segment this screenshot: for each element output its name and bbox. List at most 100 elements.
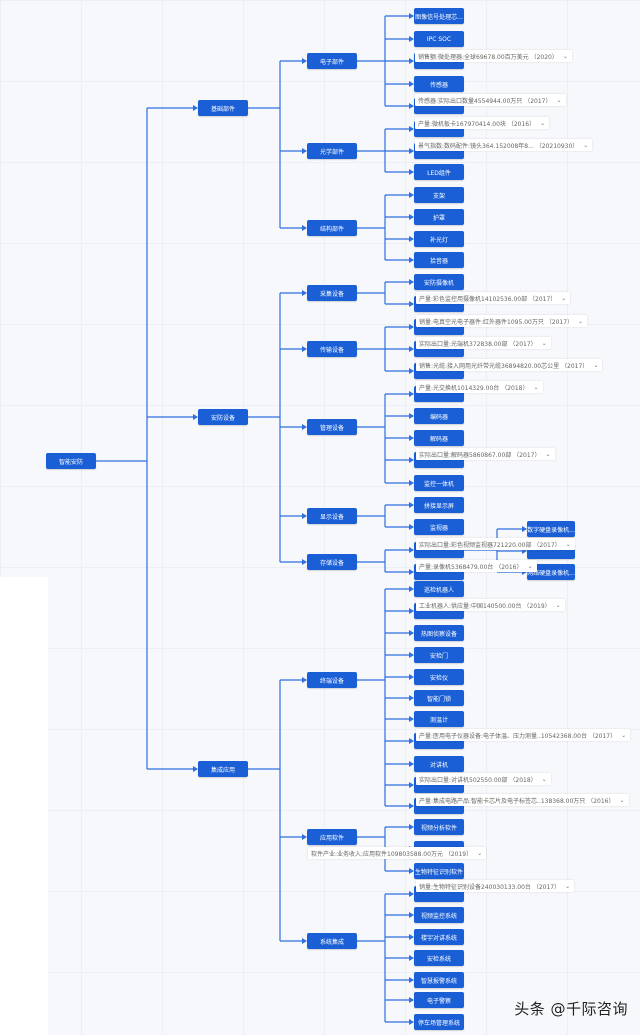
chevron-down-icon[interactable]: ⌄: [542, 776, 547, 783]
tree-node-level-2[interactable]: 管理设备: [307, 419, 357, 435]
chevron-down-icon[interactable]: ⌄: [561, 295, 566, 302]
watermark: 头条 @千际咨询: [514, 1000, 628, 1018]
tree-node-level-3[interactable]: 对讲机: [414, 756, 464, 772]
tree-node-level-4[interactable]: 数字硬盘录像机...: [527, 521, 575, 537]
tooltip-text: 实际出口量:解码器5860867.00部 （2017）: [419, 451, 541, 459]
tree-node-level-3[interactable]: 测温计: [414, 711, 464, 727]
tree-node-level-3[interactable]: 拾音器: [414, 252, 464, 268]
tree-node-level-3[interactable]: 视频监控系统: [414, 907, 464, 923]
tree-node-level-3[interactable]: 安防摄像机: [414, 274, 464, 290]
tree-node-level-3[interactable]: 图像信号处理芯...: [414, 8, 464, 24]
data-tooltip[interactable]: 软件产业:业务收入:应用软件109803588.00万元 （2019） ⌄: [308, 847, 487, 859]
data-tooltip[interactable]: 产量:彩色监控用摄像机14102536.00部 （2017） ⌄: [416, 292, 571, 304]
data-tooltip[interactable]: 销量:生物特征识别设备240030133.00台 （2017） ⌄: [416, 880, 575, 892]
chevron-down-icon[interactable]: ⌄: [533, 384, 538, 391]
tree-node-level-3[interactable]: 编码器: [414, 408, 464, 424]
data-tooltip[interactable]: 实际出口量:解码器5860867.00部 （2017） ⌄: [416, 448, 555, 460]
tree-node-level-3[interactable]: 支架: [414, 187, 464, 203]
data-tooltip[interactable]: 实际出口量:对讲机502550.00部 （2018） ⌄: [416, 773, 551, 785]
data-tooltip[interactable]: 工业机器人:供应量:中国140500.00台 （2019） ⌄: [416, 599, 565, 611]
tooltip-text: 产量:光交换机1014329.00台 （2018）: [419, 384, 529, 392]
tooltip-text: 销售:光缆:接入网用光纤带光缆36894820.00芯公里 （2017）: [419, 362, 589, 370]
tree-node-level-3[interactable]: 生物特征识别软件: [414, 863, 464, 879]
tree-node-level-2[interactable]: 光学部件: [307, 143, 357, 159]
tooltip-text: 产量:彩色监控用摄像机14102536.00部 （2017）: [419, 295, 557, 303]
data-tooltip[interactable]: 传感器:实际出口数量4554944.00万只 （2017） ⌄: [415, 94, 566, 106]
data-tooltip[interactable]: 销售:光缆:接入网用光纤带光缆36894820.00芯公里 （2017） ⌄: [416, 359, 603, 371]
chevron-down-icon[interactable]: ⌄: [477, 850, 482, 857]
tree-node-level-2[interactable]: 结构部件: [307, 220, 357, 236]
tooltip-text: 产量:录像机5368479.00台 （2016）: [419, 563, 523, 571]
data-tooltip[interactable]: 景气指数:数码配件:镜头364.152008年8... （20210930） ⌄: [415, 139, 593, 151]
tree-node-level-3[interactable]: 解码器: [414, 430, 464, 446]
tooltip-text: 产量:医用电子仪器设备:电子体温、压力测量..10542368.00台 （201…: [419, 732, 617, 740]
tree-node-level-2[interactable]: 系统集成: [307, 933, 357, 949]
tooltip-text: 实际出口量:光端机372838.00部 （2017）: [419, 340, 537, 348]
tooltip-text: 产量:集成电路产品:智能卡芯片及电子标签芯..138368.00万只 （2016…: [419, 797, 615, 805]
data-tooltip[interactable]: 实际出口量:光端机372838.00部 （2017） ⌄: [416, 337, 551, 349]
tree-node-level-3[interactable]: IPC SOC: [414, 31, 464, 47]
tree-node-level-3[interactable]: 安检系统: [414, 950, 464, 966]
tree-node-level-3[interactable]: 智能门锁: [414, 690, 464, 706]
tree-node-level-3[interactable]: LED组件: [414, 164, 464, 180]
tree-node-level-3[interactable]: 补光灯: [414, 231, 464, 247]
chevron-down-icon[interactable]: ⌄: [565, 883, 570, 890]
tree-node-level-3[interactable]: 热图侦察设备: [414, 625, 464, 641]
data-tooltip[interactable]: 产量:光交换机1014329.00台 （2018） ⌄: [416, 381, 543, 393]
tooltip-text: 实际出口量:对讲机502550.00部 （2018）: [419, 776, 537, 784]
tooltip-text: 销售额:微处理器:全球69678.00百万美元 （2020）: [418, 53, 558, 61]
tooltip-text: 产量:微机板卡167970414.00块 （2016）: [418, 120, 536, 128]
data-tooltip[interactable]: 产量:集成电路产品:智能卡芯片及电子标签芯..138368.00万只 （2016…: [416, 794, 629, 806]
data-tooltip[interactable]: 产量:录像机5368479.00台 （2016） ⌄: [416, 560, 537, 572]
chevron-down-icon[interactable]: ⌄: [621, 732, 626, 739]
chevron-down-icon[interactable]: ⌄: [619, 797, 624, 804]
chevron-down-icon[interactable]: ⌄: [556, 97, 561, 104]
tree-node-level-3[interactable]: 智慧报警系统: [414, 972, 464, 988]
tree-node-level-2[interactable]: 应用软件: [307, 829, 357, 845]
tree-node-level-3[interactable]: 巡检机器人: [414, 581, 464, 597]
tree-node-level-1[interactable]: 集成应用: [198, 761, 248, 777]
chevron-down-icon[interactable]: ⌄: [566, 541, 571, 548]
data-tooltip[interactable]: 销售额:微处理器:全球69678.00百万美元 （2020） ⌄: [415, 50, 572, 62]
data-tooltip[interactable]: 销量:电真空光电子器件:红外器件1095.00万只 （2017） ⌄: [416, 315, 588, 327]
tree-node-level-2[interactable]: 传输设备: [307, 341, 357, 357]
chevron-down-icon[interactable]: ⌄: [527, 563, 532, 570]
tooltip-text: 销量:生物特征识别设备240030133.00台 （2017）: [419, 883, 561, 891]
tree-node-level-2[interactable]: 采集设备: [307, 285, 357, 301]
tree-node-level-1[interactable]: 基础部件: [198, 100, 248, 116]
tree-node-level-3[interactable]: 传感器: [414, 76, 464, 92]
tree-node-level-3[interactable]: 护罩: [414, 209, 464, 225]
tree-node-level-3[interactable]: 监控一体机: [414, 475, 464, 491]
tree-node-level-2[interactable]: 显示设备: [307, 508, 357, 524]
tree-node-level-3[interactable]: 监视器: [414, 519, 464, 535]
chevron-down-icon[interactable]: ⌄: [583, 142, 588, 149]
chevron-down-icon[interactable]: ⌄: [542, 340, 547, 347]
tooltip-text: 传感器:实际出口数量4554944.00万只 （2017）: [418, 97, 552, 105]
chevron-down-icon[interactable]: ⌄: [578, 318, 583, 325]
root-node[interactable]: 智能安防: [46, 453, 96, 469]
tooltip-text: 实际出口量:彩色视频监视器721220.00部 （2017）: [419, 541, 561, 549]
tooltip-text: 景气指数:数码配件:镜头364.152008年8... （20210930）: [418, 142, 579, 150]
tooltip-text: 销量:电真空光电子器件:红外器件1095.00万只 （2017）: [419, 318, 574, 326]
data-tooltip[interactable]: 实际出口量:彩色视频监视器721220.00部 （2017） ⌄: [416, 538, 575, 550]
tree-node-level-3[interactable]: 拼接显示屏: [414, 497, 464, 513]
tree-node-level-2[interactable]: 终端设备: [307, 672, 357, 688]
tree-node-level-2[interactable]: 电子部件: [307, 53, 357, 69]
tree-node-level-3[interactable]: 停车场管理系统: [414, 1014, 464, 1030]
tree-node-level-3[interactable]: 电子警察: [414, 992, 464, 1008]
tree-node-level-3[interactable]: 安检仪: [414, 669, 464, 685]
tooltip-text: 工业机器人:供应量:中国140500.00台 （2019）: [419, 602, 551, 610]
tree-node-level-2[interactable]: 存储设备: [307, 554, 357, 570]
chevron-down-icon[interactable]: ⌄: [593, 362, 598, 369]
chevron-down-icon[interactable]: ⌄: [545, 451, 550, 458]
data-tooltip[interactable]: 产量:医用电子仪器设备:电子体温、压力测量..10542368.00台 （201…: [416, 729, 631, 741]
chevron-down-icon[interactable]: ⌄: [556, 602, 561, 609]
chevron-down-icon[interactable]: ⌄: [540, 120, 545, 127]
data-tooltip[interactable]: 产量:微机板卡167970414.00块 （2016） ⌄: [415, 117, 550, 129]
tree-node-level-3[interactable]: 安检门: [414, 647, 464, 663]
tree-node-level-1[interactable]: 安防设备: [198, 409, 248, 425]
tooltip-text: 软件产业:业务收入:应用软件109803588.00万元 （2019）: [311, 850, 473, 858]
tree-node-level-3[interactable]: 楼宇对讲系统: [414, 929, 464, 945]
chevron-down-icon[interactable]: ⌄: [563, 53, 568, 60]
tree-node-level-3[interactable]: 视频分析软件: [414, 819, 464, 835]
